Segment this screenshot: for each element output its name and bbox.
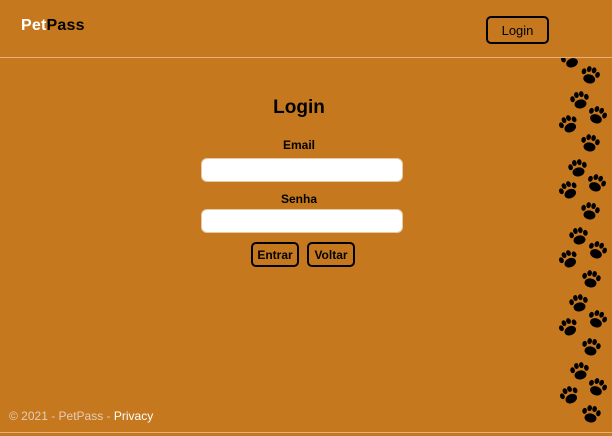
- brand-logo[interactable]: PetPass: [21, 17, 85, 35]
- page-title: Login: [273, 97, 325, 118]
- email-field[interactable]: [202, 159, 402, 181]
- footer-copyright: © 2021 - PetPass -: [9, 409, 114, 423]
- brand-pass: Pass: [46, 17, 85, 34]
- header-login-button[interactable]: Login: [486, 16, 549, 44]
- password-label: Senha: [280, 192, 317, 206]
- footer-divider: [0, 432, 612, 433]
- password-field[interactable]: [202, 210, 402, 232]
- site-footer: © 2021 - PetPass - Privacy: [9, 409, 153, 423]
- email-label: Email: [282, 138, 315, 152]
- site-header: PetPass Login: [0, 0, 612, 58]
- privacy-link[interactable]: Privacy: [114, 409, 153, 423]
- submit-button[interactable]: Entrar: [251, 242, 299, 267]
- back-button[interactable]: Voltar: [307, 242, 355, 267]
- brand-pet: Pet: [21, 17, 47, 34]
